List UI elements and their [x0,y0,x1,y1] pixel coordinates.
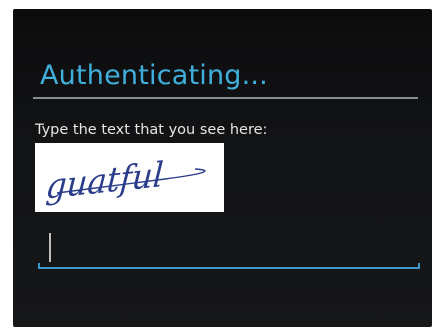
auth-dialog: Authenticating... Type the text that you… [13,9,432,327]
input-underline-left-tick [38,263,40,269]
title-divider [33,97,418,99]
text-cursor [49,233,51,262]
input-underline [38,267,420,269]
dialog-title: Authenticating... [40,60,268,91]
input-underline-right-tick [418,263,420,269]
captcha-image: guatful [35,143,224,212]
captcha-input[interactable] [38,231,420,269]
captcha-prompt: Type the text that you see here: [35,122,268,138]
captcha-graphic: guatful [44,155,206,207]
